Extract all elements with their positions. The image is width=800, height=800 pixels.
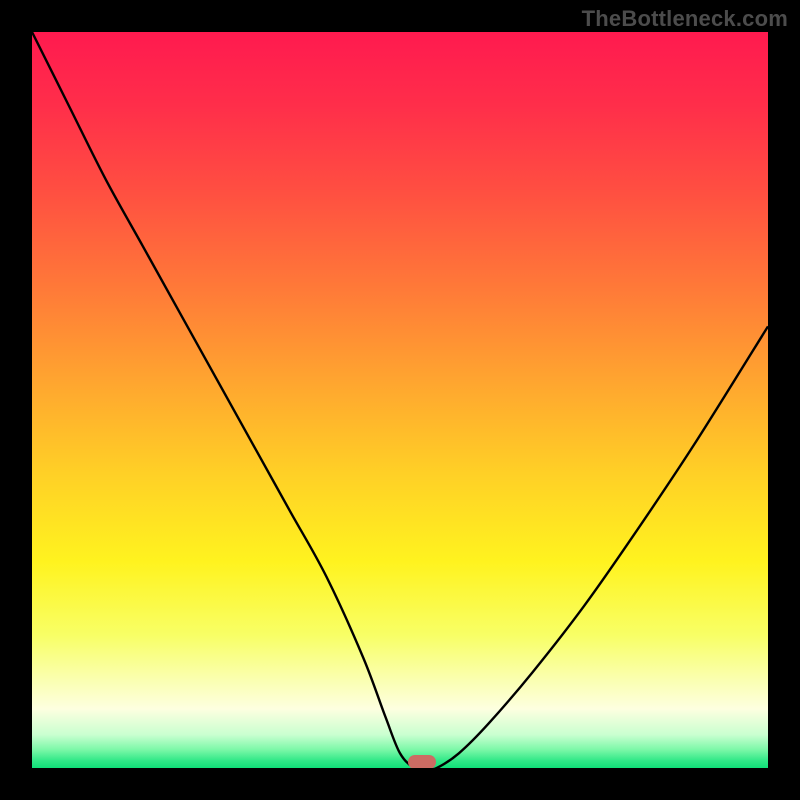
plot-area [32, 32, 768, 768]
optimum-marker [408, 755, 436, 768]
bottleneck-curve [32, 32, 768, 768]
chart-frame: { "watermark": "TheBottleneck.com", "col… [0, 0, 800, 800]
watermark-text: TheBottleneck.com [582, 6, 788, 32]
curve-layer [32, 32, 768, 768]
